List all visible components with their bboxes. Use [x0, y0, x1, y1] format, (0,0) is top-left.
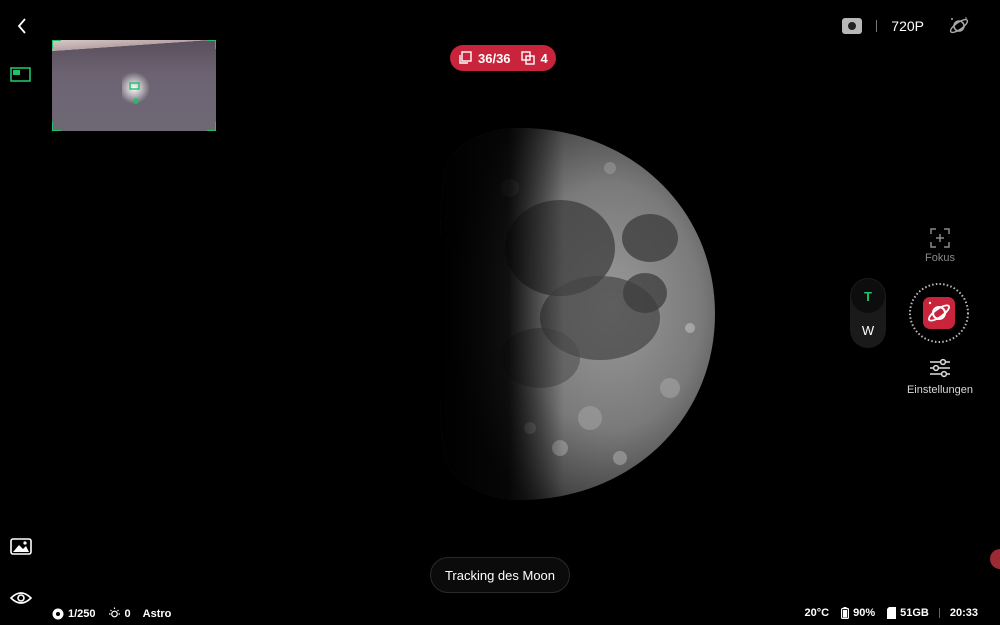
settings-label: Einstellungen	[906, 384, 974, 396]
zoom-tele-button[interactable]: T	[851, 279, 885, 313]
moon-view	[440, 128, 715, 500]
back-icon	[17, 18, 26, 34]
resolution-selector[interactable]: 720P	[891, 18, 924, 34]
shutter-speed: 1/250	[68, 607, 96, 620]
frames-icon	[520, 51, 535, 65]
capture-counter: 36/36 4	[450, 45, 556, 71]
stack-icon	[459, 51, 472, 64]
aperture-icon	[52, 608, 64, 619]
preview-horizon	[52, 40, 216, 56]
focus-label: Fokus	[925, 252, 955, 264]
exposure-comp: 0	[124, 607, 131, 620]
shutter-button[interactable]	[908, 282, 970, 344]
layout-toggle-button[interactable]	[10, 66, 34, 86]
camera-switch-button[interactable]	[842, 18, 863, 34]
frame-counter: 36/36	[478, 50, 511, 66]
layout-icon	[10, 67, 31, 82]
focus-button[interactable]: Fokus	[920, 228, 960, 264]
preview-corner	[207, 40, 216, 49]
preview-target	[122, 72, 150, 104]
top-status-bar: 720P	[842, 14, 970, 38]
camera-icon	[848, 22, 857, 30]
preview-corner	[52, 40, 61, 49]
stack-count: 4	[540, 50, 548, 66]
divider	[876, 20, 878, 32]
exposure-status: 1/250 0 Astro	[52, 607, 171, 620]
divider	[938, 608, 940, 618]
storage-free: 51GB	[900, 607, 929, 619]
device-status: 20°C 90% 51GB 20:33	[804, 607, 978, 619]
planet-icon[interactable]	[948, 15, 970, 37]
sun-icon	[108, 607, 120, 618]
gallery-icon	[10, 538, 32, 555]
zoom-control: T W	[850, 278, 886, 348]
focus-icon	[930, 228, 950, 248]
battery-icon	[841, 607, 850, 619]
clock: 20:33	[949, 607, 978, 619]
settings-button[interactable]: Einstellungen	[900, 358, 980, 396]
preview-corner	[52, 122, 61, 131]
preview-corner	[207, 122, 216, 131]
zoom-wide-button[interactable]: W	[851, 313, 885, 347]
gallery-button[interactable]	[10, 538, 34, 560]
eye-icon	[9, 592, 33, 604]
back-button[interactable]	[10, 14, 34, 38]
settings-icon	[930, 358, 950, 378]
visibility-button[interactable]	[9, 590, 34, 610]
edge-handle[interactable]	[990, 549, 1000, 569]
sd-card-icon	[887, 607, 897, 619]
temperature: 20°C	[804, 607, 830, 619]
shooting-mode: Astro	[142, 607, 172, 620]
finder-preview[interactable]	[52, 40, 216, 131]
tracking-toast: Tracking des Moon	[430, 557, 570, 593]
battery-level: 90%	[853, 607, 876, 619]
